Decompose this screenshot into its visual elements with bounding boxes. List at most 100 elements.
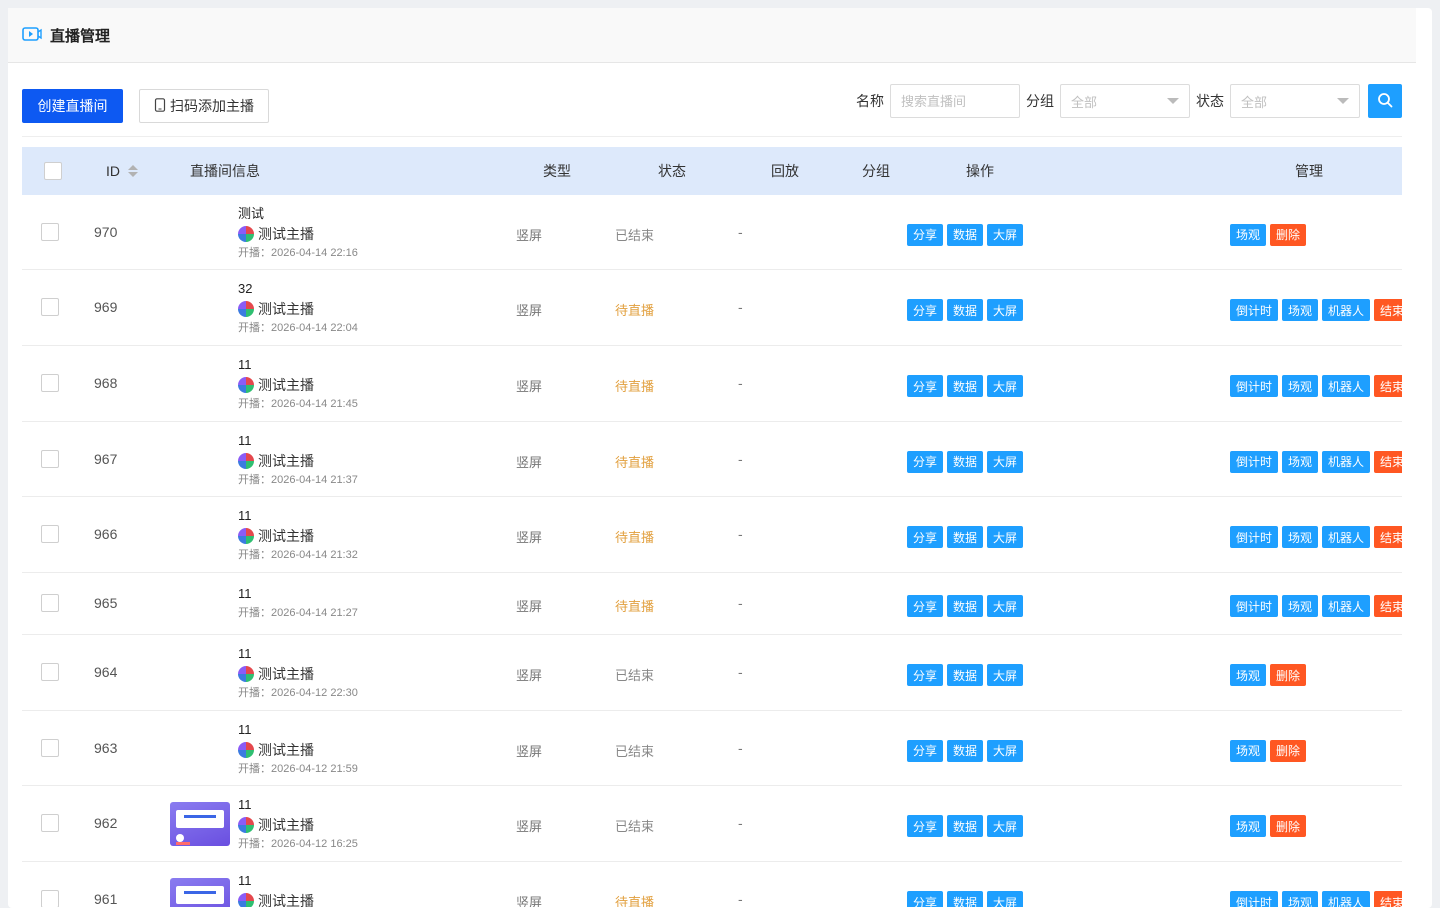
end-button[interactable]: 结束 <box>1374 375 1402 397</box>
big-screen-button[interactable]: 大屏 <box>987 375 1024 397</box>
countdown-button[interactable]: 倒计时 <box>1230 450 1279 473</box>
table-row[interactable]: 969 32 测试主播 开播：2026-04-14 22:04 竖屏 待直播 - 分享… <box>22 270 1402 346</box>
data-button[interactable]: 数据 <box>947 450 984 473</box>
big-screen-button[interactable]: 大屏 <box>987 739 1024 762</box>
robot-button[interactable]: 机器人 <box>1322 375 1371 397</box>
robot-button[interactable]: 机器人 <box>1322 526 1371 548</box>
data-button[interactable]: 数据 <box>947 526 984 548</box>
row-checkbox[interactable] <box>41 298 59 316</box>
scan-add-anchor-button[interactable]: 扫码添加主播 <box>139 89 269 123</box>
robot-button[interactable]: 机器人 <box>1322 450 1371 473</box>
data-button[interactable]: 数据 <box>947 891 984 907</box>
share-button[interactable]: 分享 <box>907 595 944 617</box>
table-row[interactable]: 962 11 测试主播 开播：2026-04-12 16:25 竖屏 已结束 - 分享… <box>22 786 1402 862</box>
status-select[interactable]: 全部 <box>1230 84 1360 118</box>
views-button[interactable]: 场观 <box>1230 664 1267 686</box>
end-button[interactable]: 结束 <box>1374 299 1402 321</box>
column-id[interactable]: ID <box>106 147 138 195</box>
table-row[interactable]: 967 11 测试主播 开播：2026-04-14 21:37 竖屏 待直播 - 分享… <box>22 422 1402 497</box>
row-checkbox[interactable] <box>41 449 59 468</box>
big-screen-button[interactable]: 大屏 <box>987 299 1024 321</box>
share-button[interactable]: 分享 <box>907 450 944 473</box>
replay-value: - <box>738 595 743 611</box>
data-button[interactable]: 数据 <box>947 375 984 397</box>
table-row[interactable]: 970 测试 测试主播 开播：2026-04-14 22:16 竖屏 已结束 - 分享… <box>22 195 1402 270</box>
share-button[interactable]: 分享 <box>907 299 944 321</box>
table-row[interactable]: 968 11 测试主播 开播：2026-04-14 21:45 竖屏 待直播 - 分享… <box>22 346 1402 422</box>
views-button[interactable]: 场观 <box>1282 299 1319 321</box>
row-checkbox[interactable] <box>41 890 59 907</box>
row-checkbox[interactable] <box>41 738 59 757</box>
row-checkbox[interactable] <box>41 814 59 832</box>
avatar <box>238 452 254 469</box>
views-button[interactable]: 场观 <box>1282 891 1319 907</box>
end-button[interactable]: 结束 <box>1374 450 1402 473</box>
share-button[interactable]: 分享 <box>907 223 944 246</box>
robot-button[interactable]: 机器人 <box>1322 891 1371 907</box>
row-checkbox[interactable] <box>41 222 59 241</box>
robot-button[interactable]: 机器人 <box>1322 299 1371 321</box>
share-button[interactable]: 分享 <box>907 664 944 686</box>
group-select[interactable]: 全部 <box>1060 84 1190 118</box>
views-button[interactable]: 场观 <box>1230 739 1267 762</box>
avatar <box>238 301 254 317</box>
cover-thumbnail[interactable] <box>170 878 230 907</box>
table-row[interactable]: 964 11 测试主播 开播：2026-04-12 22:30 竖屏 已结束 - 分享… <box>22 635 1402 711</box>
delete-button[interactable]: 删除 <box>1270 815 1307 837</box>
share-button[interactable]: 分享 <box>907 526 944 548</box>
delete-button[interactable]: 删除 <box>1270 223 1307 246</box>
table-row[interactable]: 961 11 测试主播 竖屏 待直播 - 分享 数据 大屏 倒计时 场观 机器人 结束 <box>22 862 1402 907</box>
search-button[interactable] <box>1368 84 1402 118</box>
share-button[interactable]: 分享 <box>907 891 944 907</box>
views-button[interactable]: 场观 <box>1230 815 1267 837</box>
row-checkbox[interactable] <box>41 663 59 681</box>
countdown-button[interactable]: 倒计时 <box>1230 891 1279 907</box>
replay-value: - <box>738 664 743 680</box>
anchor-name: 测试主播 <box>258 893 314 907</box>
delete-button[interactable]: 删除 <box>1270 739 1307 762</box>
robot-button[interactable]: 机器人 <box>1322 595 1371 617</box>
views-button[interactable]: 场观 <box>1282 526 1319 548</box>
data-button[interactable]: 数据 <box>947 815 984 837</box>
create-live-room-button[interactable]: 创建直播间 <box>22 89 123 123</box>
views-button[interactable]: 场观 <box>1282 450 1319 473</box>
big-screen-button[interactable]: 大屏 <box>987 815 1024 837</box>
views-button[interactable]: 场观 <box>1282 375 1319 397</box>
ops-group: 分享 数据 大屏 <box>907 299 1024 321</box>
name-search-input[interactable] <box>890 84 1020 118</box>
data-button[interactable]: 数据 <box>947 223 984 246</box>
row-id: 964 <box>94 664 118 680</box>
end-button[interactable]: 结束 <box>1374 595 1402 617</box>
big-screen-button[interactable]: 大屏 <box>987 664 1024 686</box>
countdown-button[interactable]: 倒计时 <box>1230 299 1279 321</box>
views-button[interactable]: 场观 <box>1230 223 1267 246</box>
cover-thumbnail[interactable] <box>170 802 230 846</box>
views-button[interactable]: 场观 <box>1282 595 1319 617</box>
row-checkbox[interactable] <box>41 374 59 392</box>
share-button[interactable]: 分享 <box>907 739 944 762</box>
end-button[interactable]: 结束 <box>1374 526 1402 548</box>
big-screen-button[interactable]: 大屏 <box>987 526 1024 548</box>
table-row[interactable]: 965 11 开播：2026-04-14 21:27 竖屏 待直播 - 分享 数据 大屏 倒… <box>22 573 1402 635</box>
table-row[interactable]: 963 11 测试主播 开播：2026-04-12 21:59 竖屏 已结束 - 分享… <box>22 711 1402 786</box>
row-checkbox[interactable] <box>41 525 59 543</box>
row-checkbox[interactable] <box>41 594 59 612</box>
countdown-button[interactable]: 倒计时 <box>1230 595 1279 617</box>
countdown-button[interactable]: 倒计时 <box>1230 375 1279 397</box>
data-button[interactable]: 数据 <box>947 664 984 686</box>
countdown-button[interactable]: 倒计时 <box>1230 526 1279 548</box>
data-button[interactable]: 数据 <box>947 739 984 762</box>
share-button[interactable]: 分享 <box>907 815 944 837</box>
big-screen-button[interactable]: 大屏 <box>987 450 1024 473</box>
big-screen-button[interactable]: 大屏 <box>987 595 1024 617</box>
sort-icon[interactable] <box>128 165 138 177</box>
big-screen-button[interactable]: 大屏 <box>987 223 1024 246</box>
delete-button[interactable]: 删除 <box>1270 664 1307 686</box>
big-screen-button[interactable]: 大屏 <box>987 891 1024 907</box>
table-row[interactable]: 966 11 测试主播 开播：2026-04-14 21:32 竖屏 待直播 - 分享… <box>22 497 1402 573</box>
share-button[interactable]: 分享 <box>907 375 944 397</box>
data-button[interactable]: 数据 <box>947 299 984 321</box>
data-button[interactable]: 数据 <box>947 595 984 617</box>
select-all-checkbox[interactable] <box>44 162 62 180</box>
end-button[interactable]: 结束 <box>1374 891 1402 907</box>
